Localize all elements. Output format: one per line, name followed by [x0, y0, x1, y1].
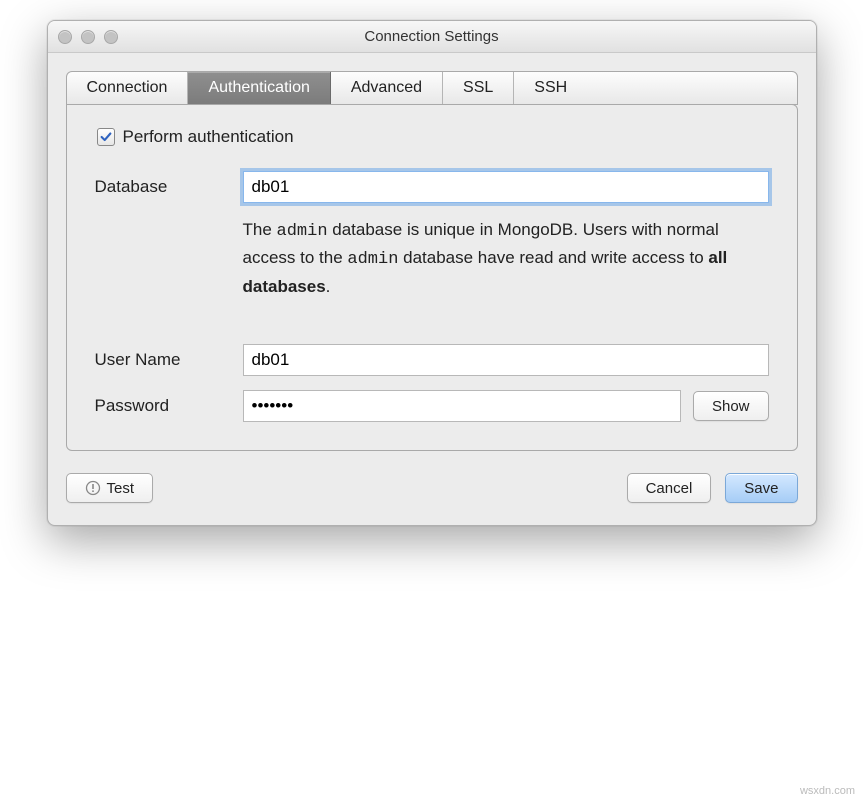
watermark: wsxdn.com	[800, 785, 855, 797]
perform-auth-checkbox[interactable]	[97, 128, 115, 146]
help-code-admin-1: admin	[277, 222, 328, 241]
show-password-button[interactable]: Show	[693, 391, 769, 421]
tab-advanced[interactable]: Advanced	[331, 72, 443, 104]
username-input[interactable]	[243, 344, 769, 376]
tab-ssh[interactable]: SSH	[514, 72, 587, 104]
auth-panel: Perform authentication Database The admi…	[66, 104, 798, 451]
perform-auth-row: Perform authentication	[97, 127, 769, 147]
content-area: Connection Authentication Advanced SSL S…	[48, 53, 816, 525]
footer-right: Cancel Save	[627, 473, 798, 503]
minimize-icon[interactable]	[81, 30, 95, 44]
tab-connection[interactable]: Connection	[67, 72, 189, 104]
close-icon[interactable]	[58, 30, 72, 44]
window-title: Connection Settings	[48, 28, 816, 45]
database-label: Database	[95, 177, 225, 197]
traffic-lights	[58, 30, 118, 44]
test-button-label: Test	[107, 480, 135, 497]
save-button[interactable]: Save	[725, 473, 797, 503]
footer: Test Cancel Save	[66, 473, 798, 503]
help-text-4: .	[326, 277, 331, 296]
warning-icon	[85, 480, 101, 496]
database-input[interactable]	[243, 171, 769, 203]
checkmark-icon	[99, 130, 113, 144]
auth-form: Database The admin database is unique in…	[95, 171, 769, 422]
tab-authentication[interactable]: Authentication	[188, 72, 330, 104]
password-row: Show	[243, 390, 769, 422]
test-button[interactable]: Test	[66, 473, 154, 503]
cancel-button[interactable]: Cancel	[627, 473, 712, 503]
help-code-admin-2: admin	[347, 250, 398, 269]
titlebar[interactable]: Connection Settings	[48, 21, 816, 53]
zoom-icon[interactable]	[104, 30, 118, 44]
tab-ssl[interactable]: SSL	[443, 72, 514, 104]
database-helptext: The admin database is unique in MongoDB.…	[243, 217, 769, 300]
tabbar: Connection Authentication Advanced SSL S…	[66, 71, 798, 105]
password-input[interactable]	[243, 390, 681, 422]
username-label: User Name	[95, 350, 225, 370]
password-label: Password	[95, 396, 225, 416]
window: Connection Settings Connection Authentic…	[47, 20, 817, 526]
help-text-3: database have read and write access to	[398, 248, 708, 267]
perform-auth-label: Perform authentication	[123, 127, 294, 147]
help-text-1: The	[243, 220, 277, 239]
